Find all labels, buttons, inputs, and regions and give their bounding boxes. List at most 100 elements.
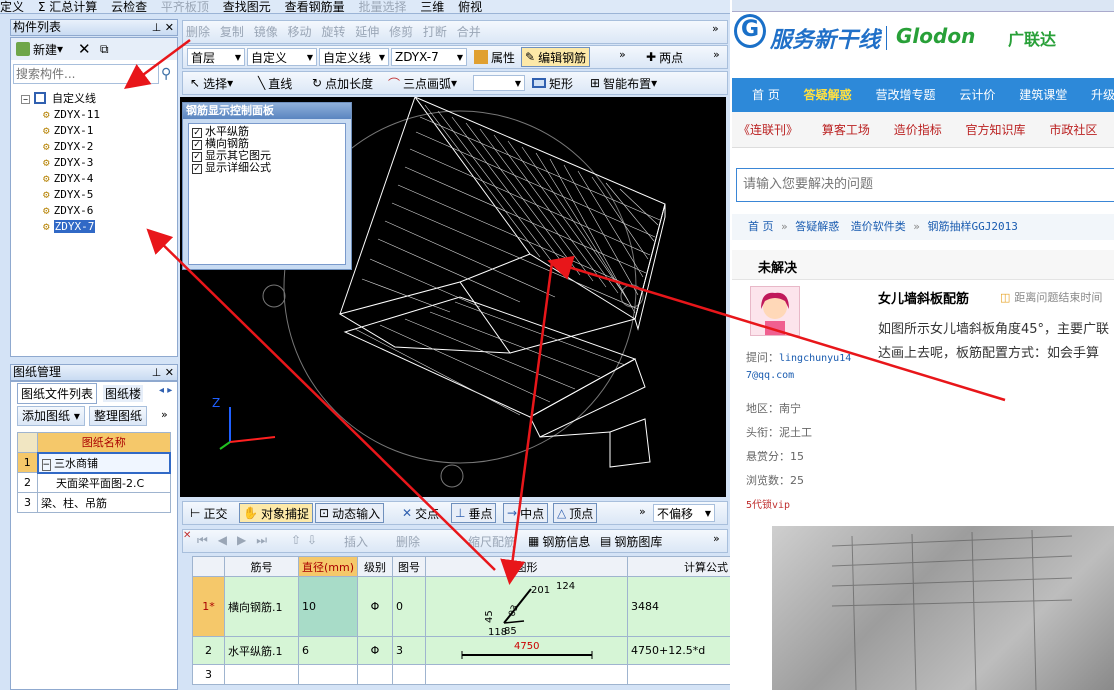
scale-rebar-button[interactable]: 缩尺配筋 [465, 531, 519, 551]
drawing-name[interactable]: 天面梁平面图-2.C [37, 472, 171, 493]
nav-vat[interactable]: 营改增专题 [876, 78, 936, 112]
grade-cell[interactable]: Φ [357, 576, 394, 637]
record-nav-icons[interactable]: ⏮◀▶⏭ [197, 533, 277, 548]
breadcrumb-software[interactable]: 造价软件类 [851, 220, 906, 233]
breadcrumb-home[interactable]: 首 页 [748, 220, 774, 233]
subnav-municipal[interactable]: 市政社区 [1049, 112, 1097, 148]
nav-home[interactable]: 首 页 [752, 78, 780, 112]
rect-button[interactable]: 矩形 [529, 73, 576, 93]
move-button[interactable]: 移动 [285, 21, 315, 41]
add-drawing-button[interactable]: 添加图纸 ▾ [17, 406, 85, 426]
shape-cell[interactable]: 201 124 45 118 85 03 [425, 576, 629, 637]
two-points-button[interactable]: ✚ 两点 [643, 47, 686, 67]
menu-item-summary[interactable]: Σ 汇总计算 [38, 1, 97, 13]
tree-item[interactable]: ⚙ ZDYX-11 [43, 108, 100, 122]
delete-button[interactable]: 删除 [183, 21, 213, 41]
intersect-button[interactable]: ✕ 交点 [399, 503, 442, 523]
delete-icon[interactable]: ✕ [75, 39, 94, 59]
pin-close-icon[interactable]: ⊥ ✕ [152, 365, 174, 380]
table-row[interactable]: 2 天面梁平面图-2.C [17, 472, 171, 493]
offset-select[interactable]: 不偏移 ▼ [653, 504, 715, 522]
tab-drawing-floors[interactable]: 图纸楼 [103, 385, 144, 402]
drawing-name-cell[interactable]: − 三水商铺 [36, 451, 171, 474]
tab-scroll-icon[interactable]: ◂ ▸ [159, 385, 172, 396]
point-length-button[interactable]: ↻ 点加长度 [309, 73, 376, 93]
orbit-handle-bottom[interactable] [440, 464, 464, 488]
tree-item[interactable]: ⚙ ZDYX-4 [43, 172, 93, 186]
more-icon[interactable]: » [639, 505, 646, 518]
menu-item-batch-select[interactable]: 批量选择 [358, 1, 406, 13]
merge-button[interactable]: 合并 [454, 21, 484, 41]
subnav-cost-index[interactable]: 造价指标 [894, 112, 942, 148]
tab-drawing-files[interactable]: 图纸文件列表 [17, 383, 98, 404]
arc-button[interactable]: ⌒ 三点画弧 ▾ [385, 73, 460, 93]
object-snap-button[interactable]: ✋ 对象捕捉 [239, 503, 313, 523]
component-search-box[interactable] [13, 64, 159, 84]
menu-item-find[interactable]: 查找图元 [223, 1, 271, 13]
avatar[interactable] [750, 286, 800, 336]
move-up-down-icons[interactable]: ⇧⇩ [291, 533, 323, 547]
menu-item-topview[interactable]: 俯视 [458, 1, 482, 13]
nav-classroom[interactable]: 建筑课堂 [1019, 78, 1067, 112]
more-icon[interactable]: » [713, 532, 720, 545]
menu-item-align-top[interactable]: 平齐板顶 [161, 1, 209, 13]
ortho-button[interactable]: ⊢ 正交 [187, 503, 230, 523]
edit-rebar-button[interactable]: ✎ 编辑钢筋 [521, 47, 591, 67]
tree-item[interactable]: ⚙ ZDYX-2 [43, 140, 93, 154]
figure-no-cell[interactable] [392, 664, 427, 685]
option-show-formula[interactable]: ✓ 显示详细公式 [189, 162, 345, 174]
midpoint-button[interactable]: → 中点 [503, 503, 549, 523]
component-name-select[interactable]: ZDYX-7 ▼ [391, 48, 467, 66]
figure-no-cell[interactable]: 0 [392, 576, 427, 637]
category-select[interactable]: 自定义 ▼ [247, 48, 317, 66]
checkbox-checked-icon[interactable]: ✓ [192, 152, 202, 162]
close-icon[interactable]: ✕ [183, 530, 191, 541]
checkbox-checked-icon[interactable]: ✓ [192, 128, 202, 138]
extend-button[interactable]: 延伸 [352, 21, 382, 41]
tree-item[interactable]: ⚙ ZDYX-5 [43, 188, 93, 202]
formula-cell[interactable]: 4750+12.5*d [627, 636, 730, 665]
menu-item-view-rebar[interactable]: 查看钢筋量 [285, 1, 345, 13]
question-search-box[interactable] [736, 168, 1114, 202]
nav-cloud-pricing[interactable]: 云计价 [959, 78, 995, 112]
formula-cell[interactable]: 3484 [627, 576, 730, 637]
more-icon[interactable]: » [713, 48, 720, 61]
shape-cell[interactable] [425, 664, 629, 685]
copy-button[interactable]: 复制 [217, 21, 247, 41]
rebar-info-button[interactable]: ▦ 钢筋信息 [525, 531, 593, 551]
formula-cell[interactable] [627, 664, 730, 685]
diameter-cell[interactable]: 6 [297, 636, 359, 665]
component-search-input[interactable] [14, 65, 154, 83]
figure-no-cell[interactable]: 3 [392, 636, 427, 665]
rebar-name-cell[interactable]: 水平纵筋.1 [224, 636, 299, 665]
select-button[interactable]: ↖ 选择 ▾ [187, 73, 236, 93]
shape-cell[interactable]: 4750 [425, 636, 629, 665]
menu-item-define[interactable]: 定义 [0, 1, 24, 13]
tree-item-selected[interactable]: ⚙ ZDYX-7 [43, 220, 96, 234]
table-row[interactable]: 1− 三水商铺 [17, 451, 171, 474]
pin-close-icon[interactable]: ⊥ ✕ [152, 20, 174, 35]
nav-download[interactable]: 升级下载 [1091, 78, 1114, 112]
table-row[interactable]: 3 [192, 664, 730, 685]
arc-mode-select[interactable]: ▼ [473, 75, 525, 91]
table-row[interactable]: 1* 横向钢筋.1 10 Φ 0 201 124 45 118 85 03 34… [192, 576, 730, 637]
attached-photo[interactable] [772, 526, 1114, 690]
subnav-journal[interactable]: 《连联刊》 [738, 112, 798, 148]
subnav-knowledge[interactable]: 官方知识库 [966, 112, 1026, 148]
perpendicular-button[interactable]: ⊥ 垂点 [451, 503, 497, 523]
rebar-name-cell[interactable] [224, 664, 299, 685]
rebar-name-cell[interactable]: 横向钢筋.1 [224, 576, 299, 637]
smart-layout-button[interactable]: ⊞ 智能布置 ▾ [587, 73, 660, 93]
delete-row-button[interactable]: 删除 [393, 531, 423, 551]
more-icon[interactable]: » [619, 48, 626, 61]
vip-badge[interactable]: 5代锁vip [746, 496, 790, 511]
checkbox-checked-icon[interactable]: ✓ [192, 164, 202, 174]
vertex-button[interactable]: △ 顶点 [553, 503, 598, 523]
orbit-handle-right[interactable] [620, 284, 644, 308]
rotate-button[interactable]: 旋转 [318, 21, 348, 41]
checkbox-checked-icon[interactable]: ✓ [192, 140, 202, 150]
tree-item[interactable]: ⚙ ZDYX-3 [43, 156, 93, 170]
nav-qa[interactable]: 答疑解惑 [804, 78, 852, 112]
collapse-icon[interactable]: − [21, 95, 30, 104]
type-select[interactable]: 自定义线 ▼ [319, 48, 389, 66]
